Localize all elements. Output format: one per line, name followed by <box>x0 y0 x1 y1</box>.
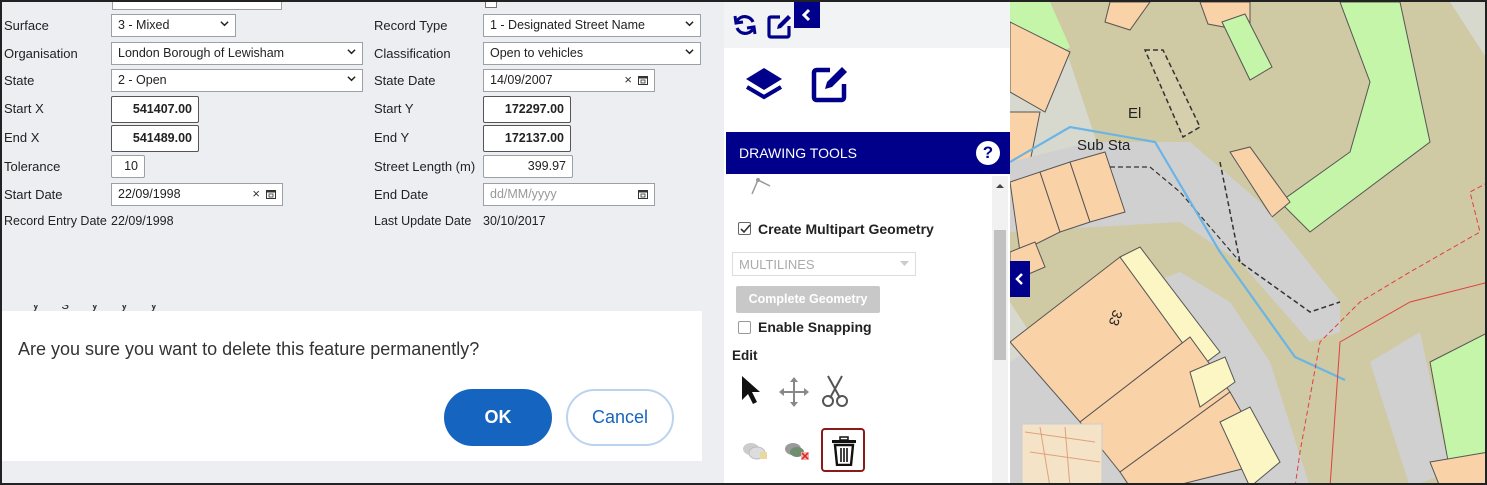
dialog-message: Are you sure you want to delete this fea… <box>18 339 480 359</box>
dialog-title-cut-off: ysyyy <box>32 305 322 311</box>
scroll-thumb[interactable] <box>994 230 1006 360</box>
surface-label: Surface <box>4 18 49 33</box>
end-date-label: End Date <box>374 187 429 202</box>
start-y-label: Start Y <box>374 101 414 116</box>
classification-select[interactable]: Open to vehicles <box>483 42 701 65</box>
tolerance-input[interactable]: 10 <box>111 155 145 178</box>
end-x-label: End X <box>4 130 40 145</box>
organisation-label: Organisation <box>4 46 78 61</box>
start-date-value: 22/09/1998 <box>118 187 181 201</box>
record-type-select[interactable]: 1 - Designated Street Name <box>483 14 701 37</box>
geometry-type-value: MULTILINES <box>739 257 815 272</box>
panel-toolbar <box>724 2 1010 48</box>
cut-off-checkbox[interactable] <box>485 2 497 8</box>
chevron-down-icon <box>685 21 694 27</box>
chevron-left-icon <box>801 8 811 22</box>
scroll-up-icon[interactable] <box>995 182 1005 190</box>
ok-button[interactable]: OK <box>444 389 552 446</box>
remove-feature-icon[interactable] <box>782 438 812 464</box>
move-icon[interactable] <box>778 376 810 408</box>
map-label-substation: Sub Sta <box>1077 137 1131 154</box>
start-date-input[interactable]: 22/09/1998 × <box>111 183 283 206</box>
collapse-panel-button[interactable] <box>1010 261 1030 297</box>
layers-icon[interactable] <box>742 66 786 108</box>
classification-label: Classification <box>374 46 451 61</box>
delete-confirm-dialog: ysyyy Are you sure you want to delete th… <box>2 305 702 461</box>
snapping-checkbox[interactable] <box>738 321 751 334</box>
state-label: State <box>4 73 35 88</box>
end-date-input[interactable]: dd/MM/yyyy <box>483 183 655 206</box>
geometry-type-select[interactable]: MULTILINES <box>732 252 916 276</box>
chevron-down-icon <box>347 49 356 55</box>
chevron-down-icon <box>220 21 229 27</box>
edit-icon[interactable] <box>810 64 852 106</box>
state-date-input[interactable]: 14/09/2007 × <box>483 69 655 92</box>
end-x-input[interactable]: 541489.00 <box>111 125 199 152</box>
drawing-tools-header: DRAWING TOOLS ? <box>726 132 1010 174</box>
edit-icon[interactable] <box>766 12 794 40</box>
multipart-checkbox[interactable] <box>738 222 751 235</box>
organisation-value: London Borough of Lewisham <box>118 46 285 60</box>
map-view[interactable]: El Sub Sta 33 <box>1010 2 1487 485</box>
chevron-down-icon <box>347 76 356 82</box>
start-date-label: Start Date <box>4 187 63 202</box>
surface-select[interactable]: 3 - Mixed <box>111 14 236 37</box>
map-canvas[interactable] <box>1010 2 1487 485</box>
calendar-icon[interactable] <box>638 189 648 199</box>
trash-icon <box>832 436 856 466</box>
delete-feature-button[interactable] <box>821 428 865 472</box>
start-y-input[interactable]: 172297.00 <box>483 96 571 123</box>
panel-scrollbar[interactable] <box>992 176 1008 483</box>
clear-icon[interactable]: × <box>252 186 260 201</box>
refresh-icon[interactable] <box>732 12 758 38</box>
last-update-date-value: 30/10/2017 <box>483 214 546 228</box>
drawing-panel: DRAWING TOOLS ? Create Multipart Geometr… <box>724 2 1010 483</box>
chevron-down-icon <box>685 49 694 55</box>
complete-geometry-button[interactable]: Complete Geometry <box>736 286 880 313</box>
tolerance-label: Tolerance <box>4 159 61 174</box>
street-record-form: Surface 3 - Mixed Record Type 1 - Design… <box>2 2 724 483</box>
end-y-label: End Y <box>374 130 410 145</box>
start-x-input[interactable]: 541407.00 <box>111 96 199 123</box>
multipart-label: Create Multipart Geometry <box>758 221 934 237</box>
end-date-placeholder: dd/MM/yyyy <box>490 187 557 201</box>
clear-icon[interactable]: × <box>624 72 632 87</box>
last-update-date-label: Last Update Date <box>374 214 472 228</box>
calendar-icon[interactable] <box>638 75 648 85</box>
surface-value: 3 - Mixed <box>118 18 170 32</box>
record-entry-date-value: 22/09/1998 <box>111 214 174 228</box>
state-date-label: State Date <box>374 73 436 88</box>
state-select[interactable]: 2 - Open <box>111 69 363 92</box>
record-entry-date-label: Record Entry Date <box>4 214 107 228</box>
record-type-label: Record Type <box>374 18 448 33</box>
chevron-left-icon <box>1015 273 1023 285</box>
edit-section-label: Edit <box>732 348 758 363</box>
checkmark-icon <box>740 224 751 234</box>
start-x-label: Start X <box>4 101 44 116</box>
collapse-panel-top-button[interactable] <box>794 2 820 28</box>
street-length-input[interactable]: 399.97 <box>483 155 573 178</box>
help-icon[interactable]: ? <box>976 141 1000 165</box>
snapping-label: Enable Snapping <box>758 319 872 335</box>
calendar-icon[interactable] <box>266 189 276 199</box>
scissors-icon[interactable] <box>820 374 850 408</box>
end-y-input[interactable]: 172137.00 <box>483 125 571 152</box>
select-arrow-icon[interactable] <box>740 374 764 406</box>
chevron-down-icon <box>900 261 909 266</box>
classification-value: Open to vehicles <box>490 46 584 60</box>
polyline-tool-icon[interactable] <box>748 174 774 196</box>
map-label-el: El <box>1128 105 1142 122</box>
drawing-tools-title: DRAWING TOOLS <box>739 145 857 161</box>
cut-off-field[interactable] <box>112 2 282 10</box>
organisation-select[interactable]: London Borough of Lewisham <box>111 42 363 65</box>
cancel-button[interactable]: Cancel <box>566 389 674 446</box>
record-type-value: 1 - Designated Street Name <box>490 18 645 32</box>
state-value: 2 - Open <box>118 73 167 87</box>
street-length-label: Street Length (m) <box>374 159 476 174</box>
merge-feature-icon[interactable] <box>740 438 770 464</box>
state-date-value: 14/09/2007 <box>490 73 553 87</box>
